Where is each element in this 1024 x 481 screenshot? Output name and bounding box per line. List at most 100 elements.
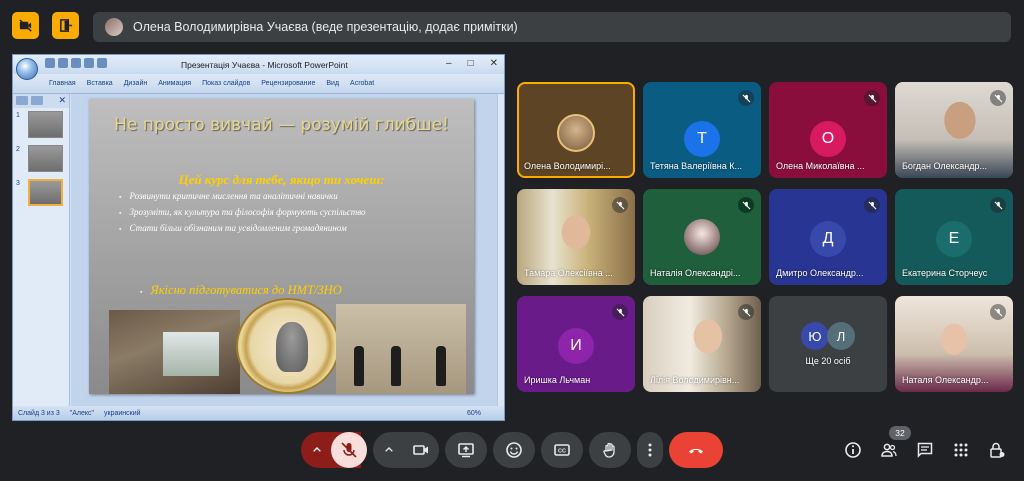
classroom-photo xyxy=(109,310,240,394)
more-participants-tile[interactable]: Ю Л Ще 20 осіб xyxy=(769,296,887,392)
close-icon[interactable]: ✕ xyxy=(490,58,498,69)
chevron-up-icon xyxy=(385,447,393,452)
mic-off-icon xyxy=(341,442,357,458)
quick-access-toolbar[interactable] xyxy=(45,58,107,68)
participant-tile[interactable]: Т Тетяна Валеріївна К... xyxy=(643,82,761,178)
speaking-indicator-icon xyxy=(738,197,754,213)
ribbon-tab[interactable]: Показ слайдов xyxy=(202,80,250,87)
host-controls-button[interactable] xyxy=(979,432,1015,468)
present-screen-icon xyxy=(458,443,474,458)
end-call-icon xyxy=(689,448,703,454)
avatar: Д xyxy=(810,221,846,257)
more-vert-icon xyxy=(648,443,652,457)
video-off-button[interactable] xyxy=(12,12,39,39)
ppt-window-title: Презентація Учаєва - Microsoft PowerPoin… xyxy=(181,60,348,70)
slide-thumbnail-1[interactable] xyxy=(28,111,63,138)
thumbnail-number: 2 xyxy=(16,146,20,153)
captions-button[interactable]: CC xyxy=(541,432,583,468)
slide-editing-area[interactable]: Не просто вивчай — розумій глибше! Цей к… xyxy=(71,94,504,408)
vertical-scrollbar[interactable] xyxy=(497,94,504,408)
ppt-status-bar: Слайд 3 из 3 "Алекс" украинский 60% xyxy=(13,406,504,420)
ribbon-tab[interactable]: Рецензирование xyxy=(261,80,315,87)
presenter-banner: Олена Володимирівна Учаєва (веде презент… xyxy=(93,12,1011,42)
microphone-toggle-button[interactable] xyxy=(331,432,367,468)
mic-off-icon xyxy=(738,90,754,106)
conference-medal xyxy=(236,298,340,394)
participant-tile[interactable]: О Олена Миколаївна ... xyxy=(769,82,887,178)
ribbon-tab[interactable]: Вставка xyxy=(87,80,113,87)
theme-name: "Алекс" xyxy=(69,409,95,417)
camera-toggle-button[interactable] xyxy=(403,432,439,468)
mic-off-icon xyxy=(990,197,1006,213)
maximize-icon[interactable]: □ xyxy=(468,58,474,69)
office-button[interactable] xyxy=(16,58,38,80)
slide-bullet: Стати більш обізнаним та усвідомленим гр… xyxy=(119,223,366,233)
participant-tile[interactable]: Наталя Олександр... xyxy=(895,296,1013,392)
slide: Не просто вивчай — розумій глибше! Цей к… xyxy=(89,99,474,394)
participant-name: Тетяна Валеріївна К... xyxy=(650,161,742,171)
presentation-layout-button[interactable] xyxy=(52,12,79,39)
slide-thumbnails-pane[interactable]: ✕ 1 2 3 xyxy=(13,94,70,408)
participant-count-badge: 32 xyxy=(889,426,911,440)
mic-off-icon xyxy=(864,90,880,106)
language: украинский xyxy=(104,409,141,417)
emoji-icon xyxy=(506,442,522,458)
participant-tile[interactable]: Олена Володимирі... xyxy=(517,82,635,178)
camera-icon xyxy=(413,445,428,455)
captions-icon: CC xyxy=(554,444,570,456)
ribbon-tab[interactable]: Анимация xyxy=(158,80,191,87)
ribbon-tab[interactable]: Главная xyxy=(49,80,76,87)
door-icon xyxy=(60,19,73,32)
slide-info: Слайд 3 из 3 xyxy=(18,409,60,417)
chat-button[interactable] xyxy=(907,432,943,468)
ribbon-tab[interactable]: Дизайн xyxy=(124,80,148,87)
zoom-level[interactable]: 60% xyxy=(467,410,481,417)
hand-icon xyxy=(603,442,615,458)
thumbnail-tabs[interactable]: ✕ xyxy=(13,94,69,108)
thumbnail-number: 1 xyxy=(16,112,20,119)
participant-name: Богдан Олександр... xyxy=(902,161,987,171)
avatar: О xyxy=(810,121,846,157)
participant-name: Олена Володимирі... xyxy=(524,161,611,171)
chevron-up-icon xyxy=(313,447,321,452)
mic-off-icon xyxy=(738,304,754,320)
ribbon-tab[interactable]: Вид xyxy=(326,80,339,87)
more-options-button[interactable] xyxy=(637,432,663,468)
mic-off-icon xyxy=(864,197,880,213)
close-icon[interactable]: ✕ xyxy=(58,96,66,106)
svg-text:CC: CC xyxy=(558,449,566,455)
participant-tile[interactable]: И Иришка Льчман xyxy=(517,296,635,392)
thumbnail-number: 3 xyxy=(16,180,20,187)
meeting-details-button[interactable] xyxy=(835,432,871,468)
minimize-icon[interactable]: – xyxy=(446,58,452,69)
participant-tile[interactable]: Лілія Володимирівн... xyxy=(643,296,761,392)
participant-name: Екатерина Сторчеус xyxy=(902,268,988,278)
participant-tile[interactable]: Д Дмитро Олександр... xyxy=(769,189,887,285)
slide-goal: Якісно підготуватися до НМТ/ЗНО xyxy=(140,283,341,298)
students-photo xyxy=(336,304,466,394)
leave-call-button[interactable] xyxy=(669,432,723,468)
participant-tile[interactable]: Тамара Олексіївна ... xyxy=(517,189,635,285)
shared-screen-powerpoint[interactable]: Презентація Учаєва - Microsoft PowerPoin… xyxy=(12,54,505,421)
participant-tile[interactable]: Богдан Олександр... xyxy=(895,82,1013,178)
participant-name: Тамара Олексіївна ... xyxy=(524,268,613,278)
ribbon-tabs[interactable]: Главная Вставка Дизайн Анимация Показ сл… xyxy=(13,74,504,94)
present-screen-button[interactable] xyxy=(445,432,487,468)
participant-name: Наталія Олександрі... xyxy=(650,268,741,278)
slide-thumbnail-2[interactable] xyxy=(28,145,63,172)
ribbon-tab[interactable]: Acrobat xyxy=(350,80,374,87)
window-controls[interactable]: – □ ✕ xyxy=(446,58,498,69)
slide-thumbnail-3[interactable] xyxy=(28,179,63,206)
avatar xyxy=(105,18,123,36)
avatar: Е xyxy=(936,221,972,257)
raise-hand-button[interactable] xyxy=(589,432,631,468)
reactions-button[interactable] xyxy=(493,432,535,468)
ppt-title-bar: Презентація Учаєва - Microsoft PowerPoin… xyxy=(13,55,504,80)
participant-name: Лілія Володимирівн... xyxy=(650,375,740,385)
mic-off-icon xyxy=(990,304,1006,320)
activities-button[interactable] xyxy=(943,432,979,468)
participant-tile[interactable]: Наталія Олександрі... xyxy=(643,189,761,285)
participant-tile[interactable]: Е Екатерина Сторчеус xyxy=(895,189,1013,285)
mic-off-icon xyxy=(612,304,628,320)
participant-name: Иришка Льчман xyxy=(524,375,591,385)
